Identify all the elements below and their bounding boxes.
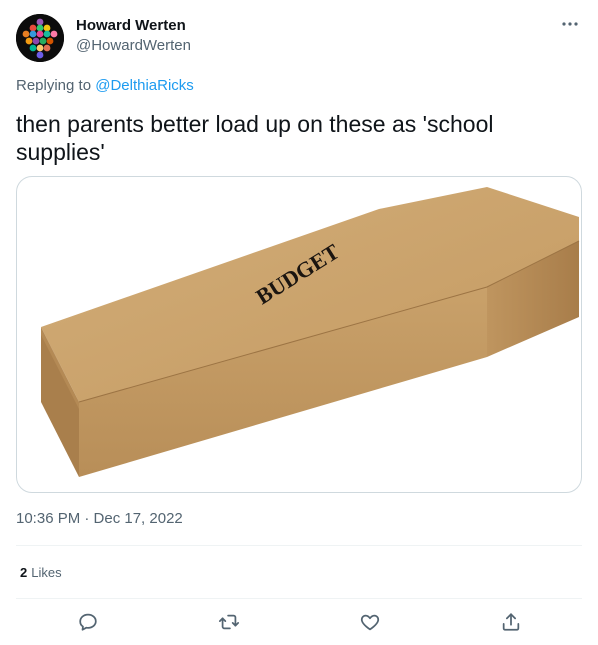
ellipsis-icon (562, 22, 578, 26)
timestamp-link[interactable]: 10:36 PM · Dec 17, 2022 (16, 510, 183, 527)
tweet-media[interactable]: BUDGET (16, 176, 582, 493)
likes-stat[interactable]: 2 Likes (20, 563, 62, 583)
reply-icon (79, 613, 97, 631)
user-names: Howard Werten @HowardWerten (76, 16, 191, 56)
divider (16, 545, 582, 546)
replying-to: Replying to @DelthiaRicks (16, 76, 194, 96)
coffin-image: BUDGET (41, 187, 580, 477)
retweet-button[interactable] (217, 610, 241, 634)
tweet-header: Howard Werten @HowardWerten (16, 14, 582, 62)
more-options-icon[interactable] (558, 14, 582, 34)
share-button[interactable] (499, 610, 523, 634)
avatar[interactable] (16, 14, 64, 62)
share-icon (502, 613, 520, 631)
like-icon (360, 614, 380, 631)
retweet-icon (218, 614, 240, 630)
tweet-text: then parents better load up on these as … (16, 111, 494, 165)
display-name[interactable]: Howard Werten (76, 16, 191, 36)
reply-target-link[interactable]: @DelthiaRicks (95, 77, 194, 94)
likes-count: 2 (20, 565, 28, 580)
reply-button[interactable] (76, 610, 100, 634)
divider (16, 598, 582, 599)
tweet-timestamp: 10:36 PM · Dec 17, 2022 (16, 509, 183, 529)
like-button[interactable] (358, 610, 382, 634)
likes-label: Likes (31, 565, 62, 580)
user-handle[interactable]: @HowardWerten (76, 36, 191, 56)
replying-prefix: Replying to (16, 77, 96, 94)
hexagon-grid-avatar-icon (16, 14, 64, 62)
action-bar (0, 610, 598, 636)
